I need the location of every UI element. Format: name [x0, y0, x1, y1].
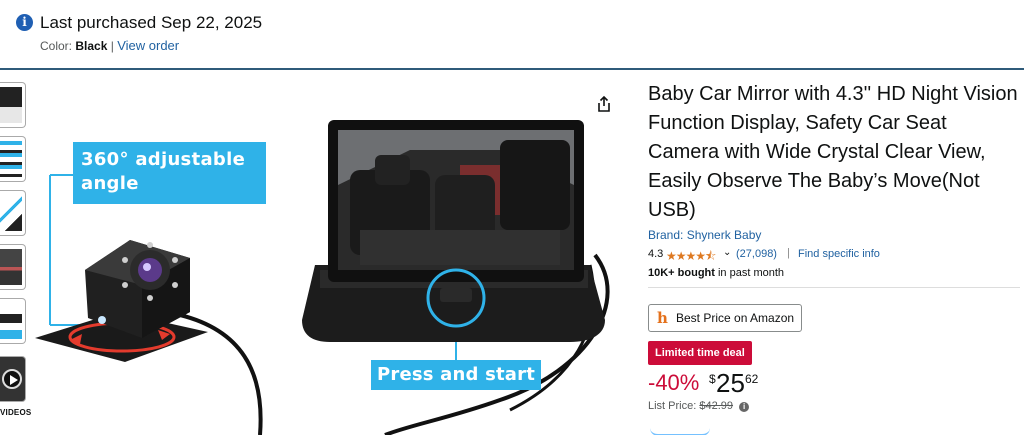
- bought-count: 10K+ bought: [648, 267, 715, 279]
- videos-thumbnail[interactable]: [0, 356, 26, 402]
- thumbnail-4[interactable]: [0, 244, 26, 290]
- best-price-button[interactable]: h Best Price on Amazon: [648, 304, 802, 332]
- limited-time-deal-badge: Limited time deal: [648, 341, 752, 365]
- color-label: Color:: [40, 39, 73, 53]
- price-whole: 25: [716, 368, 745, 398]
- thumbnail-2[interactable]: [0, 136, 26, 182]
- callout-press-start: Press and start: [371, 360, 541, 390]
- product-title: Baby Car Mirror with 4.3'' HD Night Visi…: [648, 83, 1018, 221]
- separator: |: [110, 39, 114, 53]
- list-price: List Price: $42.99 i: [648, 400, 1020, 412]
- list-price-label: List Price:: [648, 400, 697, 412]
- rating-row: 4.3 ★★★★⯪ ⌄ (27,098) | Find specific inf…: [648, 247, 1020, 264]
- thumbnail-5[interactable]: [0, 298, 26, 344]
- brand-link[interactable]: Brand: Shynerk Baby: [648, 228, 1020, 242]
- price-currency: $: [709, 372, 716, 386]
- chevron-down-icon[interactable]: ⌄: [723, 247, 731, 258]
- rating-count-link[interactable]: (27,098): [736, 248, 777, 260]
- last-purchased-text: Last purchased Sep 22, 2025: [40, 13, 263, 32]
- price-fraction: 62: [745, 372, 759, 386]
- product-details: Baby Car Mirror with 4.3'' HD Night Visi…: [648, 80, 1020, 412]
- thumbnail-3[interactable]: [0, 190, 26, 236]
- prime-logo-icon: [650, 428, 710, 435]
- find-specific-info-link[interactable]: Find specific info: [798, 248, 880, 260]
- bought-suffix: in past month: [714, 267, 785, 279]
- share-icon[interactable]: [594, 94, 614, 114]
- honey-h-icon: h: [657, 309, 668, 327]
- play-icon: [2, 369, 22, 389]
- info-icon[interactable]: i: [739, 402, 750, 412]
- rating-separator: |: [787, 247, 790, 259]
- callout-adjustable-angle: 360° adjustable angle: [73, 142, 266, 204]
- price-row: -40% $ 25 62: [648, 368, 1020, 398]
- purchase-banner: i Last purchased Sep 22, 2025 Color: Bla…: [0, 0, 1024, 70]
- discount-percent: -40%: [648, 370, 700, 395]
- color-value: Black: [75, 39, 108, 53]
- banner-subline: Color: Black | View order: [40, 38, 179, 53]
- videos-label: VIDEOS: [0, 408, 32, 417]
- list-price-value: $42.99: [699, 400, 734, 412]
- info-icon: i: [16, 14, 33, 31]
- best-price-label: Best Price on Amazon: [676, 311, 795, 325]
- thumbnail-1[interactable]: [0, 82, 26, 128]
- bought-in-past-month: 10K+ bought in past month: [648, 267, 1020, 279]
- star-rating-icon[interactable]: ★★★★⯪: [666, 247, 716, 268]
- view-order-link[interactable]: View order: [117, 38, 179, 53]
- rating-value: 4.3: [648, 248, 664, 260]
- divider: [648, 287, 1020, 288]
